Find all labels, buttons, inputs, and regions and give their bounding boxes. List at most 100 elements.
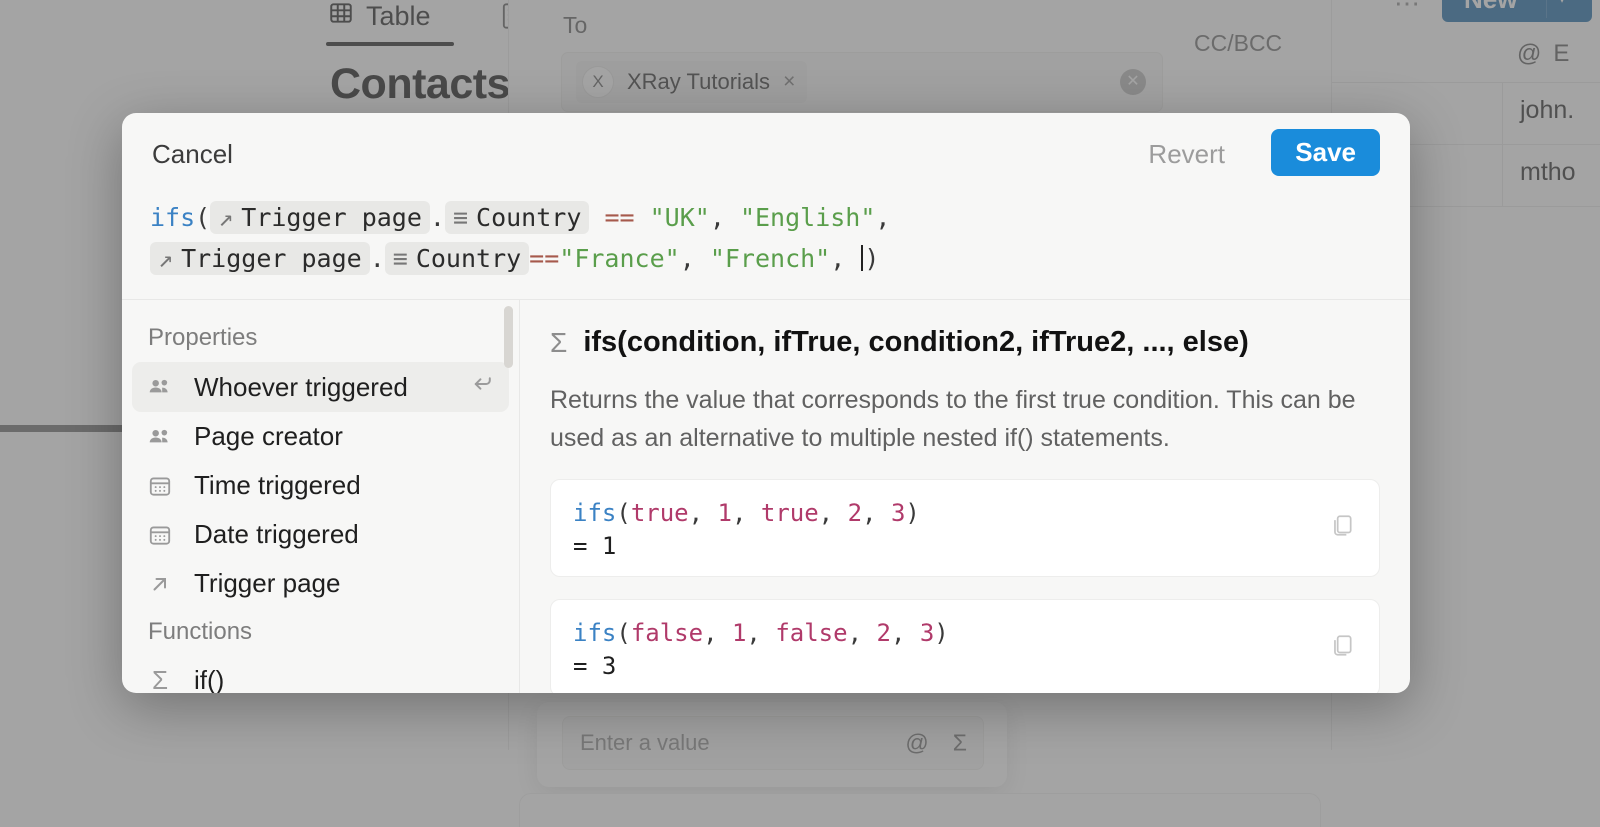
value-popover: Enter a value @ Σ [537,702,1007,787]
sidebar-item-label: Whoever triggered [194,371,408,402]
example-token-punc: ) [934,619,949,647]
copy-icon[interactable] [1329,633,1355,664]
example-token-punc: , [688,499,718,527]
formula-token-op: == [529,244,560,273]
formula-token-punc: . [369,244,385,273]
formula-token-punc: , [875,203,891,232]
formula-property-pill[interactable]: ≡ Country [384,242,530,275]
recipient-chip-label: XRay Tutorials [627,69,771,94]
sidebar-scrollbar[interactable] [504,306,513,368]
formula-token-str: "France" [559,244,680,273]
example-token-bool: true [760,499,819,527]
example-result: = 1 [573,532,617,560]
sidebar-item-date-triggered[interactable]: Date triggered [132,510,509,559]
sigma-icon: Σ [151,665,169,693]
cancel-button[interactable]: Cancel [152,139,233,170]
formula-token-punc: ) [864,244,880,273]
ccbcc-button[interactable]: CC/BCC [1194,30,1282,57]
recipient-chip[interactable]: X XRay Tutorials × [576,61,808,103]
formula-token-punc: , [830,244,861,273]
example-token-fn: ifs [573,499,617,527]
table-cell-value: mtho [1520,158,1576,186]
sidebar-item-if[interactable]: Σif() [132,656,509,693]
ellipsis-icon[interactable]: ⋯ [1394,0,1423,19]
example-token-bool: false [630,619,704,647]
value-input-placeholder: Enter a value [580,730,710,755]
save-button[interactable]: Save [1271,129,1380,176]
example-token-punc: , [746,619,776,647]
table-cell-value: john. [1520,96,1575,124]
to-field[interactable]: X XRay Tutorials × ✕ [561,52,1163,112]
table-grid-icon [328,0,354,33]
formula-token-str: "English" [739,203,876,232]
formula-editor-modal: Cancel Revert Save ifs(↗ Trigger page. ≡ Co… [122,113,1410,693]
close-icon[interactable]: × [783,70,795,94]
function-signature-row: Σ ifs(condition, ifTrue, condition2, ifT… [550,326,1380,359]
example-code: ifs(true, 1, true, 2, 3) [573,496,1357,530]
formula-token-punc: ( [195,203,211,232]
example-result: = 3 [573,652,617,680]
table-header: @ E [1332,24,1600,83]
revert-button[interactable]: Revert [1148,139,1225,170]
to-label: To [563,12,588,38]
new-button-label: New [1464,0,1517,15]
tab-table[interactable]: Table [328,0,431,33]
function-docs-panel: Σ ifs(condition, ifTrue, condition2, ifT… [520,300,1410,693]
example-code: ifs(false, 1, false, 2, 3) [573,616,1357,650]
chevron-down-icon[interactable]: ▾ [1557,0,1567,9]
formula-sidebar: Properties Whoever triggered Page creator T… [122,300,520,693]
formula-property-label: Trigger page [181,244,362,273]
example-token-bool: true [630,499,689,527]
example-token-num: 1 [717,499,732,527]
example-token-num: 1 [731,619,747,647]
sidebar-item-trigger-page[interactable]: Trigger page [132,559,509,608]
sidebar-item-time-triggered[interactable]: Time triggered [132,461,509,510]
calendar-icon [146,473,174,499]
example-token-punc: , [862,499,891,527]
column-header-label: E [1553,40,1570,67]
example-token-num: 3 [890,499,906,527]
clear-circle-icon[interactable]: ✕ [1120,69,1146,95]
formula-property-label: Country [415,244,522,273]
function-signature: ifs(condition, ifTrue, condition2, ifTru… [583,326,1249,358]
sidebar-section-title: Functions [148,618,253,645]
sigma-icon[interactable]: Σ [953,730,967,757]
sidebar-item-label: Trigger page [194,568,341,598]
copy-icon[interactable] [1329,513,1355,544]
formula-token-fn: ifs [150,203,196,232]
arrow-up-right-icon [146,572,174,596]
formula-token-str: "French" [709,244,831,273]
people-icon [146,424,174,450]
arrow-up-right-icon: ↗ [158,244,174,273]
add-action-card [519,793,1321,827]
formula-token-punc: , [679,244,710,273]
formula-property-pill[interactable]: ↗ Trigger page [150,242,370,275]
view-tabbar: Table [300,0,530,46]
example-token-punc: , [847,619,877,647]
formula-property-label: Country [476,203,582,232]
example-token-fn: ifs [573,619,617,647]
formula-expression[interactable]: ifs(↗ Trigger page. ≡ Country == "UK", "Eng… [150,197,1382,279]
sidebar-item-label: Date triggered [194,519,359,549]
formula-input-bar[interactable]: ifs(↗ Trigger page. ≡ Country == "UK", "Eng… [122,197,1410,300]
function-description: Returns the value that corresponds to th… [550,386,1356,452]
value-input[interactable]: Enter a value @ Σ [562,716,984,770]
formula-property-pill[interactable]: ↗ Trigger page [210,201,430,234]
example-token-punc: , [703,619,732,647]
formula-token-str: "UK" [649,203,710,232]
arrow-up-right-icon: ↗ [218,203,234,232]
example-token-bool: false [775,619,848,647]
formula-property-label: Trigger page [241,203,422,232]
formula-token-op: == [589,203,650,232]
sidebar-item-whoever-triggered[interactable]: Whoever triggered [132,362,509,412]
new-button[interactable]: New ▾ [1442,0,1592,22]
example-token-punc: , [818,499,848,527]
sidebar-section-title: Properties [148,324,258,351]
formula-property-pill[interactable]: ≡ Country [444,201,590,234]
example-token-punc: , [731,499,761,527]
modal-header: Cancel Revert Save [122,113,1410,197]
at-icon[interactable]: @ [905,730,928,757]
sidebar-item-page-creator[interactable]: Page creator [132,412,509,461]
tab-active-indicator [326,42,454,46]
sidebar-item-label: Time triggered [194,470,361,500]
